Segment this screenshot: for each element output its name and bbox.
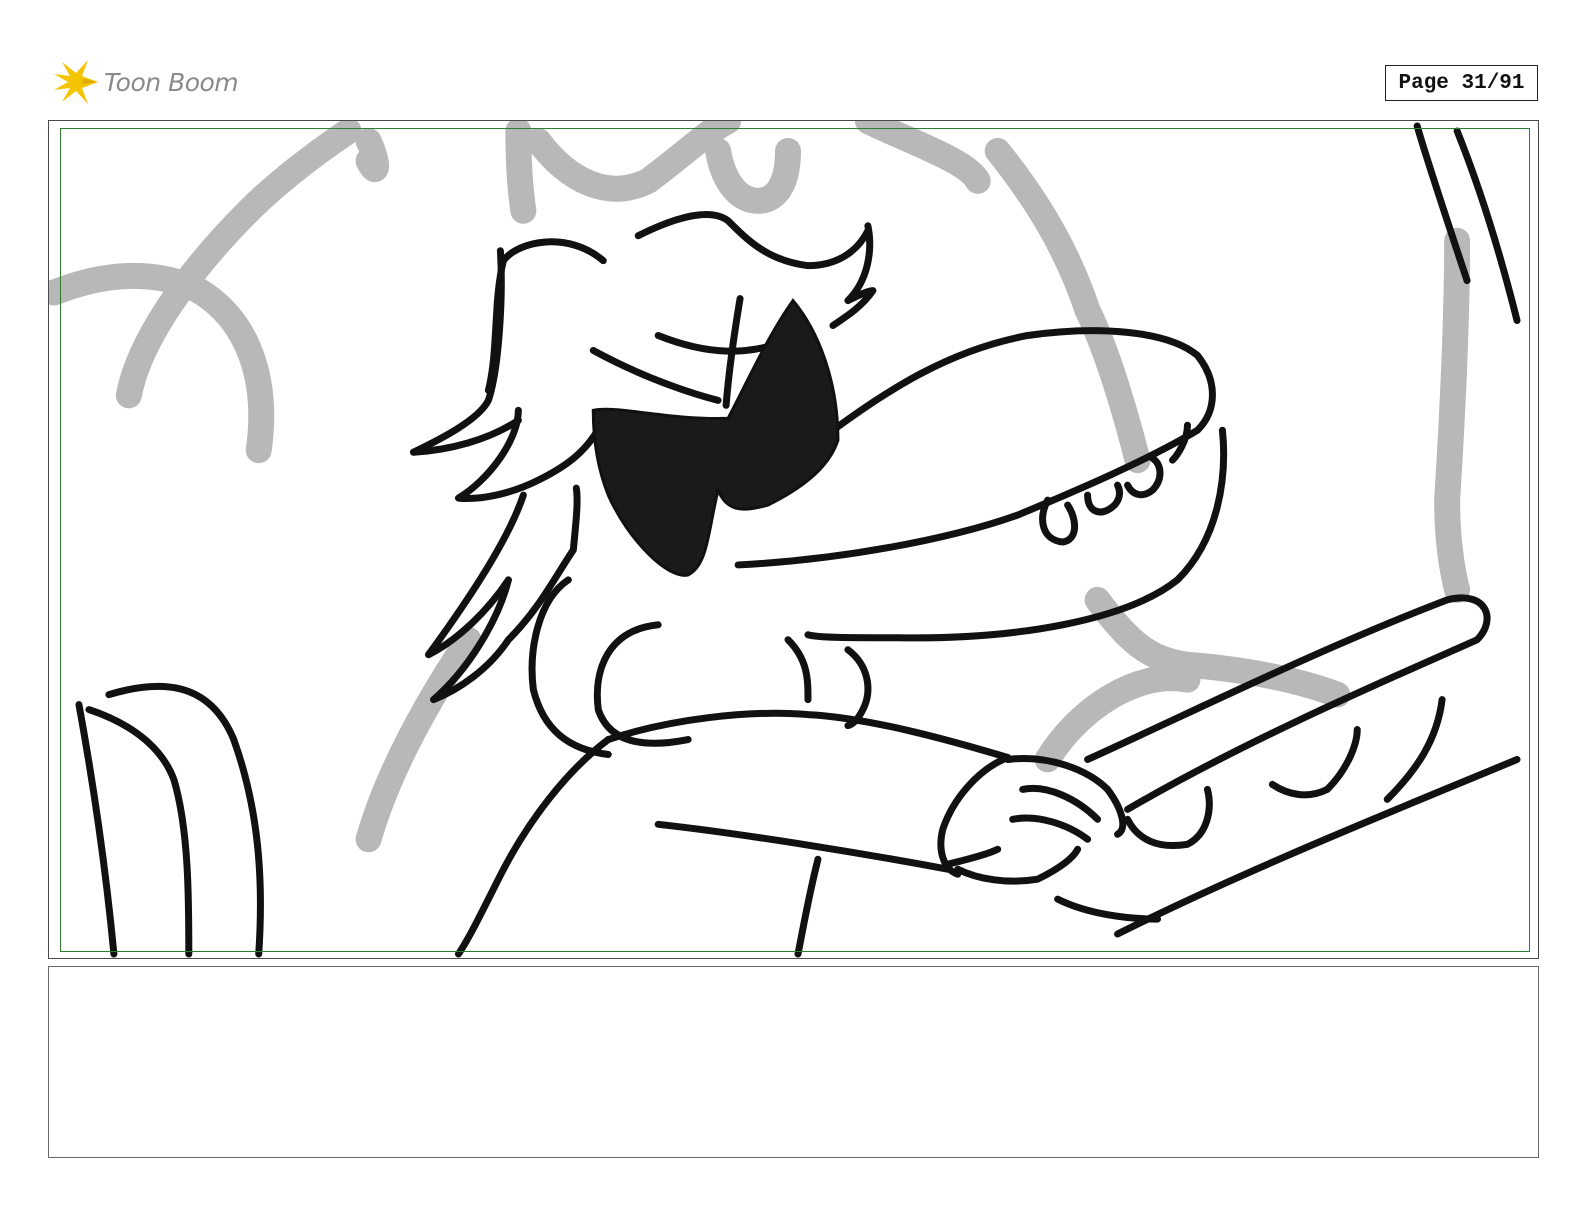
storyboard-panel[interactable]	[48, 120, 1539, 959]
panel-sketch	[49, 121, 1521, 958]
caption-box[interactable]	[48, 966, 1539, 1158]
sunglasses	[591, 298, 840, 577]
toon-boom-logo: Toon Boom	[52, 56, 239, 108]
character-linework	[75, 122, 1521, 958]
logo-text: Toon Boom	[104, 67, 239, 97]
page-indicator: Page 31/91	[1385, 65, 1538, 101]
starburst-icon	[54, 60, 98, 104]
